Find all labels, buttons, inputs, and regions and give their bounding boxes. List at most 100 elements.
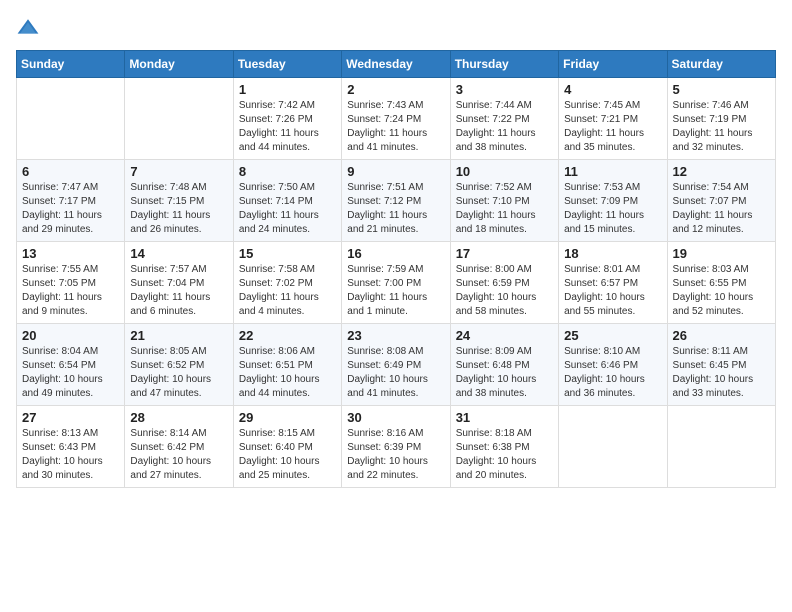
day-number: 1	[239, 82, 336, 97]
calendar-cell: 10 Sunrise: 7:52 AM Sunset: 7:10 PM Dayli…	[450, 160, 558, 242]
day-detail: Sunrise: 7:52 AM Sunset: 7:10 PM Dayligh…	[456, 181, 553, 237]
day-number: 28	[130, 410, 227, 425]
logo-icon	[16, 16, 40, 40]
calendar-cell	[125, 78, 233, 160]
week-row-5: 27Sunrise: 8:13 AM Sunset: 6:43 PM Dayli…	[17, 406, 776, 488]
weekday-header-row: SundayMondayTuesdayWednesdayThursdayFrid…	[17, 51, 776, 78]
day-number: 20	[22, 328, 119, 343]
calendar-cell: 2 Sunrise: 7:43 AM Sunset: 7:24 PM Daylig…	[342, 78, 450, 160]
week-row-3: 13 Sunrise: 7:55 AM Sunset: 7:05 PM Dayli…	[17, 242, 776, 324]
day-number: 11	[564, 164, 661, 179]
day-detail: Sunrise: 7:54 AM Sunset: 7:07 PM Dayligh…	[673, 181, 770, 237]
calendar-cell: 30 Sunrise: 8:16 AM Sunset: 6:39 PM Dayli…	[342, 406, 450, 488]
day-number: 14	[130, 246, 227, 261]
day-detail: Sunrise: 7:46 AM Sunset: 7:19 PM Dayligh…	[673, 99, 770, 155]
calendar: SundayMondayTuesdayWednesdayThursdayFrid…	[16, 50, 776, 488]
day-detail: Sunrise: 8:04 AM Sunset: 6:54 PM Dayligh…	[22, 345, 119, 401]
calendar-cell: 24 Sunrise: 8:09 AM Sunset: 6:48 PM Dayli…	[450, 324, 558, 406]
weekday-header-sunday: Sunday	[17, 51, 125, 78]
day-detail: Sunrise: 7:58 AM Sunset: 7:02 PM Dayligh…	[239, 263, 336, 319]
calendar-cell: 21 Sunrise: 8:05 AM Sunset: 6:52 PM Dayli…	[125, 324, 233, 406]
calendar-cell: 27Sunrise: 8:13 AM Sunset: 6:43 PM Dayli…	[17, 406, 125, 488]
weekday-header-tuesday: Tuesday	[233, 51, 341, 78]
day-detail: Sunrise: 7:47 AM Sunset: 7:17 PM Dayligh…	[22, 181, 119, 237]
day-detail: Sunrise: 7:43 AM Sunset: 7:24 PM Dayligh…	[347, 99, 444, 155]
day-number: 5	[673, 82, 770, 97]
day-detail: Sunrise: 7:44 AM Sunset: 7:22 PM Dayligh…	[456, 99, 553, 155]
day-detail: Sunrise: 8:09 AM Sunset: 6:48 PM Dayligh…	[456, 345, 553, 401]
day-number: 25	[564, 328, 661, 343]
day-detail: Sunrise: 7:50 AM Sunset: 7:14 PM Dayligh…	[239, 181, 336, 237]
calendar-cell: 16 Sunrise: 7:59 AM Sunset: 7:00 PM Dayli…	[342, 242, 450, 324]
day-detail: Sunrise: 8:08 AM Sunset: 6:49 PM Dayligh…	[347, 345, 444, 401]
weekday-header-wednesday: Wednesday	[342, 51, 450, 78]
day-detail: Sunrise: 7:53 AM Sunset: 7:09 PM Dayligh…	[564, 181, 661, 237]
calendar-cell: 11 Sunrise: 7:53 AM Sunset: 7:09 PM Dayli…	[559, 160, 667, 242]
day-number: 9	[347, 164, 444, 179]
calendar-cell: 15 Sunrise: 7:58 AM Sunset: 7:02 PM Dayli…	[233, 242, 341, 324]
calendar-cell: 22 Sunrise: 8:06 AM Sunset: 6:51 PM Dayli…	[233, 324, 341, 406]
day-detail: Sunrise: 7:57 AM Sunset: 7:04 PM Dayligh…	[130, 263, 227, 319]
day-number: 12	[673, 164, 770, 179]
day-number: 6	[22, 164, 119, 179]
day-number: 13	[22, 246, 119, 261]
day-number: 8	[239, 164, 336, 179]
day-detail: Sunrise: 7:48 AM Sunset: 7:15 PM Dayligh…	[130, 181, 227, 237]
calendar-cell: 26Sunrise: 8:11 AM Sunset: 6:45 PM Dayli…	[667, 324, 775, 406]
day-number: 4	[564, 82, 661, 97]
day-number: 10	[456, 164, 553, 179]
calendar-cell: 9 Sunrise: 7:51 AM Sunset: 7:12 PM Daylig…	[342, 160, 450, 242]
day-detail: Sunrise: 8:10 AM Sunset: 6:46 PM Dayligh…	[564, 345, 661, 401]
calendar-cell: 25 Sunrise: 8:10 AM Sunset: 6:46 PM Dayli…	[559, 324, 667, 406]
day-number: 27	[22, 410, 119, 425]
calendar-cell: 3Sunrise: 7:44 AM Sunset: 7:22 PM Daylig…	[450, 78, 558, 160]
day-detail: Sunrise: 7:55 AM Sunset: 7:05 PM Dayligh…	[22, 263, 119, 319]
day-number: 29	[239, 410, 336, 425]
day-detail: Sunrise: 7:51 AM Sunset: 7:12 PM Dayligh…	[347, 181, 444, 237]
calendar-cell: 7 Sunrise: 7:48 AM Sunset: 7:15 PM Daylig…	[125, 160, 233, 242]
day-detail: Sunrise: 7:42 AM Sunset: 7:26 PM Dayligh…	[239, 99, 336, 155]
calendar-cell: 12 Sunrise: 7:54 AM Sunset: 7:07 PM Dayli…	[667, 160, 775, 242]
calendar-cell	[667, 406, 775, 488]
calendar-cell: 13 Sunrise: 7:55 AM Sunset: 7:05 PM Dayli…	[17, 242, 125, 324]
weekday-header-friday: Friday	[559, 51, 667, 78]
calendar-cell: 20 Sunrise: 8:04 AM Sunset: 6:54 PM Dayli…	[17, 324, 125, 406]
day-detail: Sunrise: 8:18 AM Sunset: 6:38 PM Dayligh…	[456, 427, 553, 483]
logo	[16, 16, 42, 40]
calendar-cell: 5 Sunrise: 7:46 AM Sunset: 7:19 PM Daylig…	[667, 78, 775, 160]
day-number: 16	[347, 246, 444, 261]
calendar-cell: 31 Sunrise: 8:18 AM Sunset: 6:38 PM Dayli…	[450, 406, 558, 488]
weekday-header-thursday: Thursday	[450, 51, 558, 78]
day-number: 21	[130, 328, 227, 343]
calendar-cell	[559, 406, 667, 488]
day-detail: Sunrise: 7:45 AM Sunset: 7:21 PM Dayligh…	[564, 99, 661, 155]
day-detail: Sunrise: 8:15 AM Sunset: 6:40 PM Dayligh…	[239, 427, 336, 483]
calendar-cell: 17Sunrise: 8:00 AM Sunset: 6:59 PM Dayli…	[450, 242, 558, 324]
day-number: 30	[347, 410, 444, 425]
day-detail: Sunrise: 7:59 AM Sunset: 7:00 PM Dayligh…	[347, 263, 444, 319]
day-number: 24	[456, 328, 553, 343]
calendar-cell	[17, 78, 125, 160]
calendar-cell: 6 Sunrise: 7:47 AM Sunset: 7:17 PM Daylig…	[17, 160, 125, 242]
day-number: 22	[239, 328, 336, 343]
day-detail: Sunrise: 8:05 AM Sunset: 6:52 PM Dayligh…	[130, 345, 227, 401]
calendar-cell: 29 Sunrise: 8:15 AM Sunset: 6:40 PM Dayli…	[233, 406, 341, 488]
day-number: 19	[673, 246, 770, 261]
week-row-1: 1 Sunrise: 7:42 AM Sunset: 7:26 PM Daylig…	[17, 78, 776, 160]
calendar-cell: 28 Sunrise: 8:14 AM Sunset: 6:42 PM Dayli…	[125, 406, 233, 488]
calendar-cell: 23 Sunrise: 8:08 AM Sunset: 6:49 PM Dayli…	[342, 324, 450, 406]
day-number: 2	[347, 82, 444, 97]
day-number: 7	[130, 164, 227, 179]
day-detail: Sunrise: 8:14 AM Sunset: 6:42 PM Dayligh…	[130, 427, 227, 483]
calendar-cell: 8 Sunrise: 7:50 AM Sunset: 7:14 PM Daylig…	[233, 160, 341, 242]
day-detail: Sunrise: 8:06 AM Sunset: 6:51 PM Dayligh…	[239, 345, 336, 401]
day-number: 15	[239, 246, 336, 261]
day-number: 18	[564, 246, 661, 261]
day-detail: Sunrise: 8:16 AM Sunset: 6:39 PM Dayligh…	[347, 427, 444, 483]
day-detail: Sunrise: 8:11 AM Sunset: 6:45 PM Dayligh…	[673, 345, 770, 401]
day-number: 23	[347, 328, 444, 343]
calendar-cell: 1 Sunrise: 7:42 AM Sunset: 7:26 PM Daylig…	[233, 78, 341, 160]
day-number: 31	[456, 410, 553, 425]
week-row-4: 20 Sunrise: 8:04 AM Sunset: 6:54 PM Dayli…	[17, 324, 776, 406]
day-detail: Sunrise: 8:00 AM Sunset: 6:59 PM Dayligh…	[456, 263, 553, 319]
